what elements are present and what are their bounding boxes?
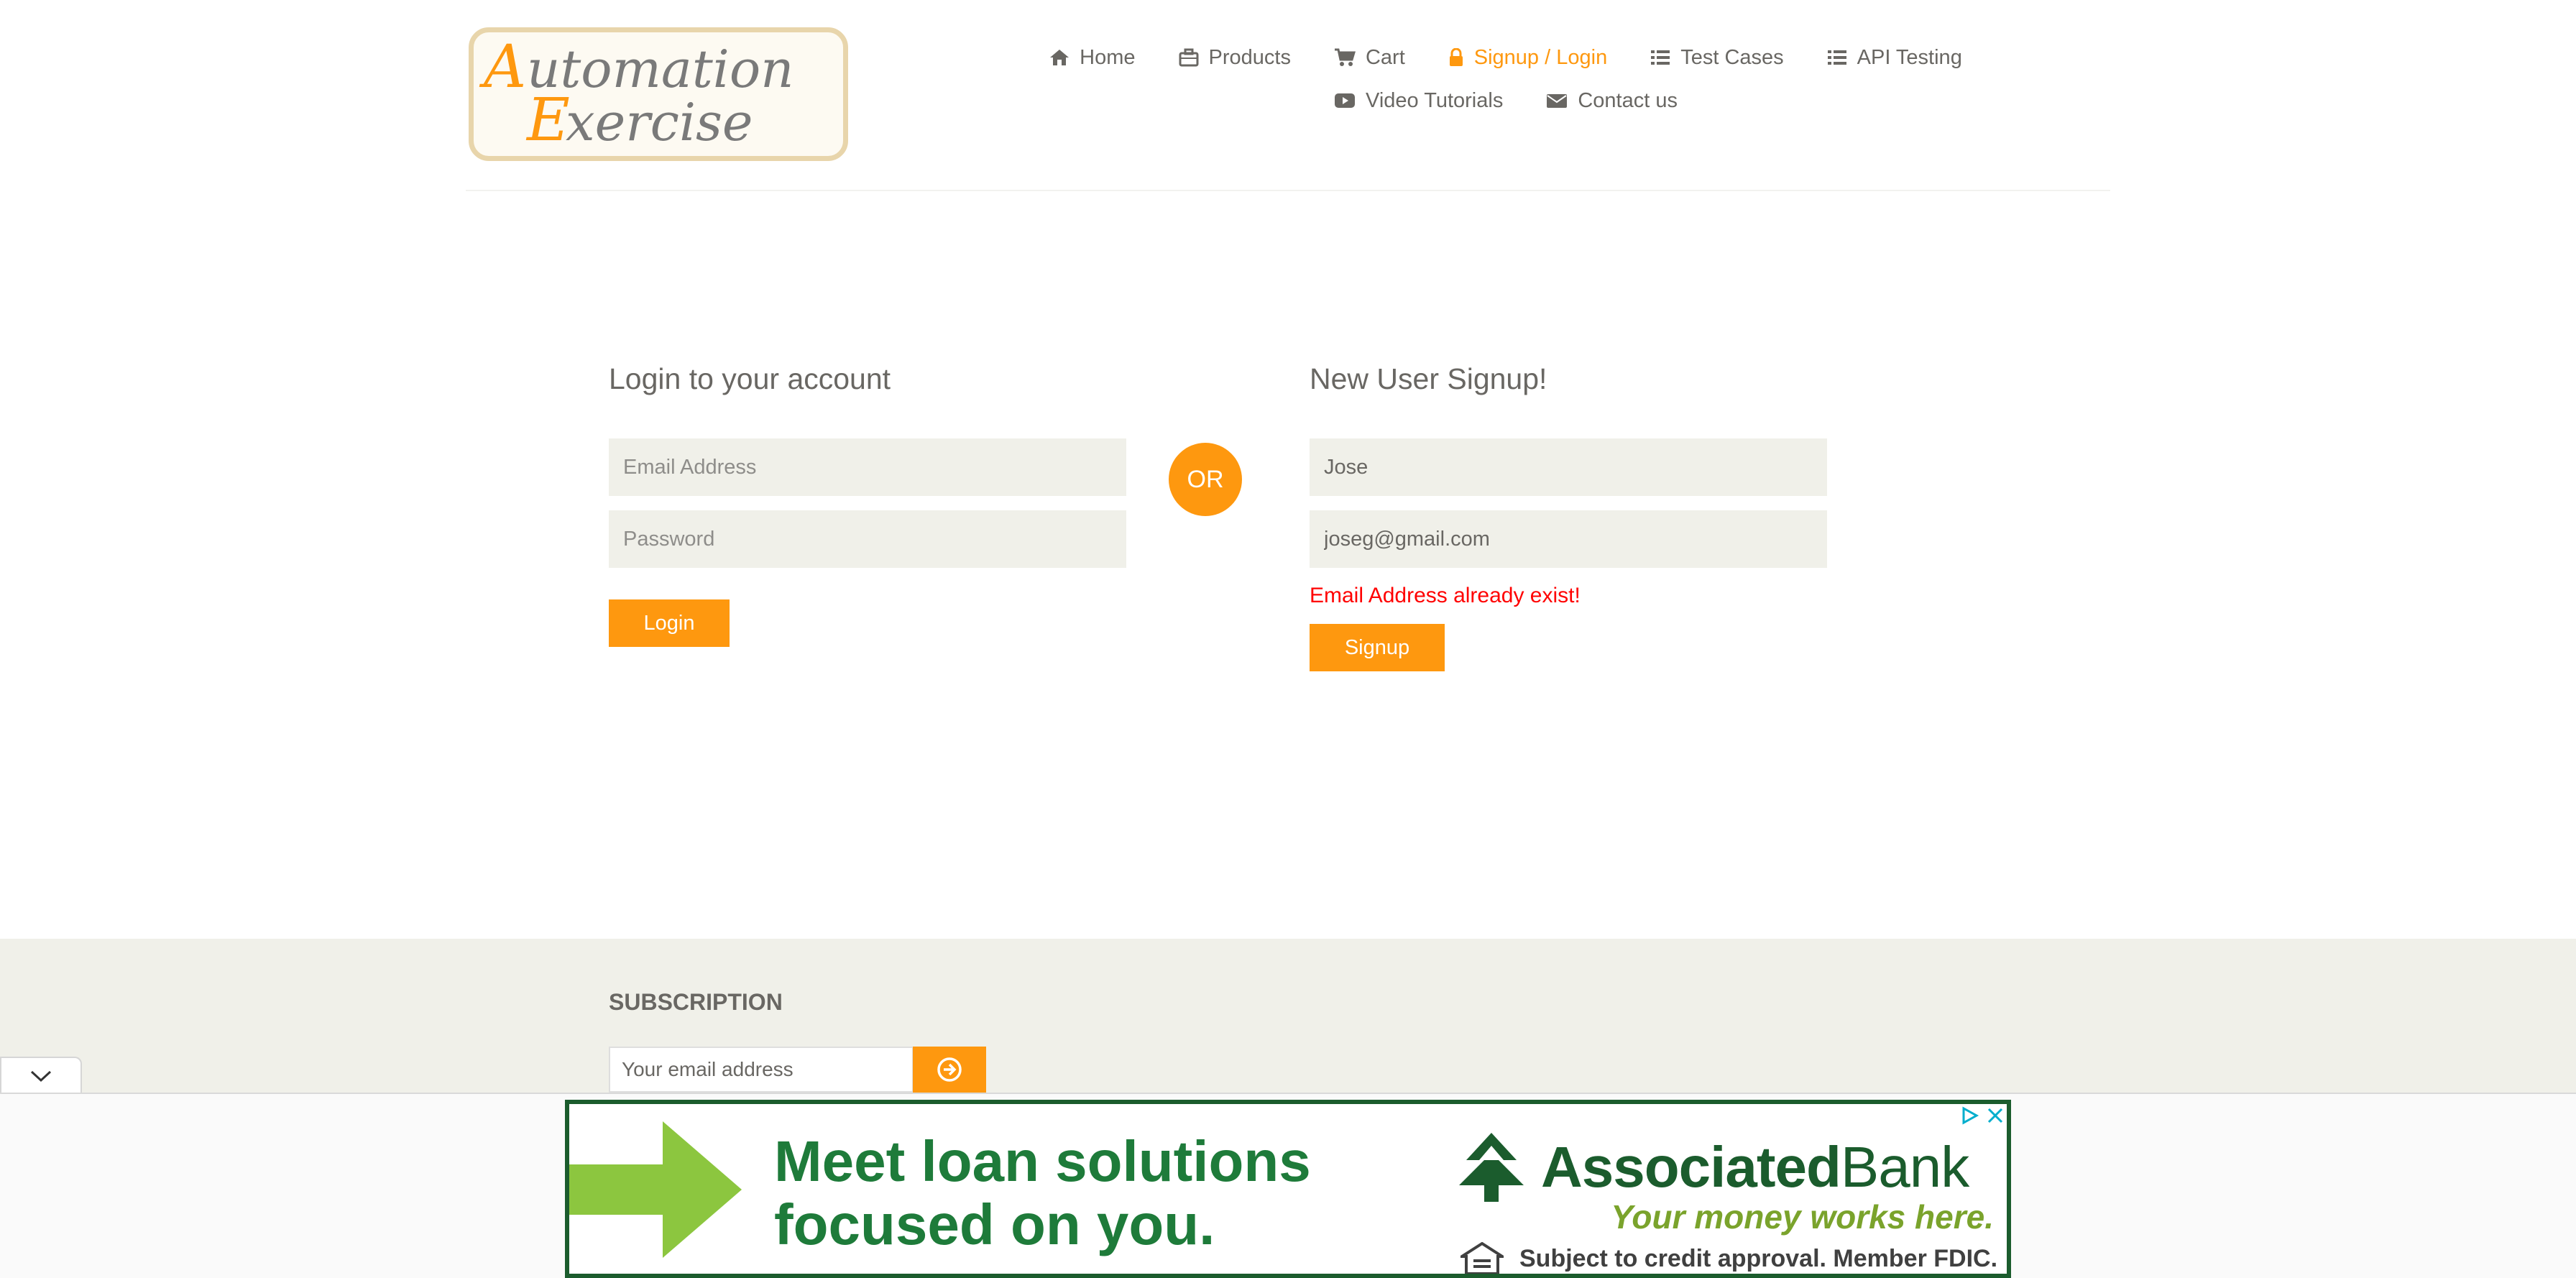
close-icon[interactable] [1985,1105,2005,1126]
subscribe-button[interactable] [913,1047,986,1093]
svg-text:A: A [479,33,526,101]
tree-logo-icon [1459,1133,1524,1202]
nav-products-label: Products [1208,45,1291,69]
svg-text:E: E [525,86,570,155]
list-icon [1651,50,1670,65]
ad-brand-bold: Associated [1541,1135,1841,1199]
nav-contact-us[interactable]: Contact us [1546,89,1678,113]
nav-cart-label: Cart [1365,45,1405,69]
site-logo[interactable]: A utomation E xercise [469,27,848,161]
ad-tagline: Your money works here. [1611,1198,1994,1236]
chevron-down-icon [30,1070,52,1082]
nav-home[interactable]: Home [1049,45,1136,70]
nav-api-testing-label: API Testing [1857,45,1962,69]
ad-headline: Meet loan solutions focused on you. [774,1130,1311,1256]
login-password-input[interactable] [609,510,1126,568]
signup-form-title: New User Signup! [1310,362,1547,395]
signup-error-message: Email Address already exist! [1310,584,1581,607]
briefcase-icon [1179,48,1199,67]
signup-name-input[interactable] [1310,438,1827,496]
arrow-graphic-icon [569,1121,742,1258]
ad-collapse-toggle[interactable] [0,1057,82,1094]
nav-row-primary: Home Products Cart Signup / Login Test C… [1035,40,1977,75]
nav-products[interactable]: Products [1179,46,1291,70]
arrow-circle-right-icon [937,1057,962,1082]
nav-test-cases[interactable]: Test Cases [1650,45,1784,70]
nav-video-tutorials[interactable]: Video Tutorials [1334,89,1503,113]
nav-api-testing[interactable]: API Testing [1827,46,1962,70]
nav-contact-us-label: Contact us [1578,88,1678,112]
nav-video-tutorials-label: Video Tutorials [1366,88,1504,112]
nav-test-cases-label: Test Cases [1680,45,1784,69]
signup-email-input[interactable] [1310,510,1827,568]
subscription-email-input[interactable] [609,1047,914,1093]
subscription-title: SUBSCRIPTION [609,989,783,1015]
envelope-icon [1547,94,1568,108]
svg-text:xercise: xercise [566,92,753,152]
main-nav: Home Products Cart Signup / Login Test C… [1035,40,1977,118]
ad-fine-print-text: Subject to credit approval. Member FDIC. [1519,1244,1998,1272]
ad-fine-print: Subject to credit approval. Member FDIC. [1460,1242,1998,1274]
ad-brand-light: Bank [1840,1135,1969,1199]
nav-signup-login[interactable]: Signup / Login [1448,46,1607,70]
lock-icon [1449,48,1463,66]
nav-cart[interactable]: Cart [1334,46,1405,70]
youtube-icon [1335,93,1356,108]
adchoices-icon[interactable] [1959,1105,1979,1126]
cart-icon [1334,48,1356,66]
ad-headline-line1: Meet loan solutions [774,1129,1311,1193]
ad-headline-line2: focused on you. [774,1192,1215,1256]
ad-brand-name: AssociatedBank [1541,1134,1969,1200]
login-button[interactable]: Login [609,599,730,647]
login-email-input[interactable] [609,438,1126,496]
ad-banner[interactable]: Meet loan solutions focused on you. Asso… [565,1100,2011,1278]
home-icon [1050,50,1070,65]
nav-row-secondary: Video Tutorials Contact us [1035,83,1977,118]
ad-brand: AssociatedBank [1452,1131,1969,1203]
or-divider-badge: OR [1169,443,1242,516]
signup-button[interactable]: Signup [1310,624,1445,671]
list-icon [1827,50,1846,65]
nav-signup-login-label: Signup / Login [1473,45,1608,69]
header-divider [466,190,2110,191]
login-form-title: Login to your account [609,362,891,395]
equal-housing-icon [1460,1242,1504,1274]
nav-home-label: Home [1080,45,1136,69]
ad-choices [1959,1105,2005,1126]
